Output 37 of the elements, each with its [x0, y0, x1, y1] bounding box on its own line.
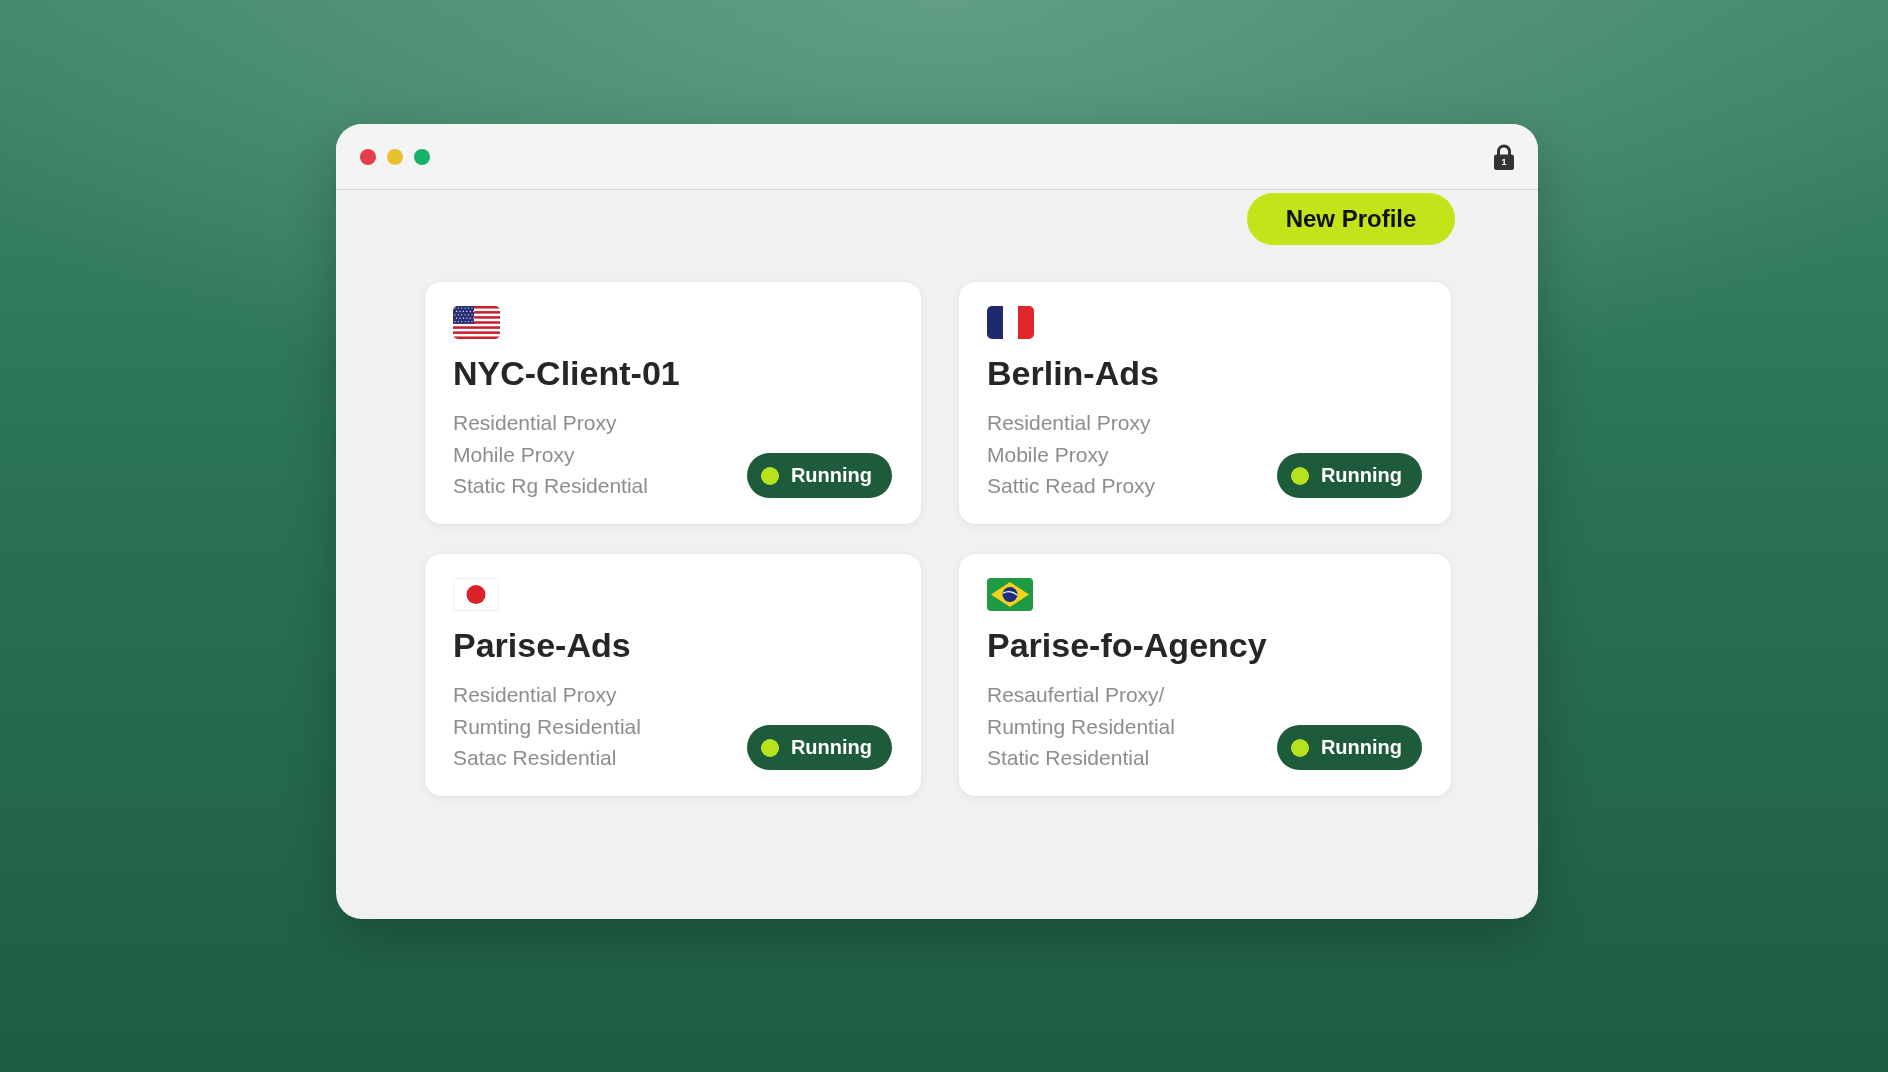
maximize-button[interactable]	[414, 148, 430, 165]
status-dot-icon	[760, 466, 779, 485]
profile-card[interactable]: Berlin-Ads Residential Proxy Mobile Proxy Sattic Read Proxy Running	[959, 282, 1451, 524]
status-label: Running	[790, 464, 872, 487]
proxy-type: Residential Proxy	[453, 410, 618, 436]
proxy-type: Satac Residential	[453, 745, 618, 771]
lock-digit: 1	[1500, 156, 1508, 167]
japan-flag-icon	[453, 578, 499, 611]
profile-name: Parise-Ads	[453, 625, 632, 665]
profile-name: NYC-Client-01	[453, 353, 681, 393]
brazil-flag-icon	[987, 578, 1033, 611]
profile-card[interactable]: Parise-Ads Residential Proxy Rumting Residential Satac Residential Running	[425, 554, 921, 796]
proxy-type: Sattic Read Proxy	[987, 473, 1157, 499]
status-label: Running	[790, 736, 872, 759]
us-flag-icon	[453, 306, 500, 339]
proxy-type: Mobile Proxy	[987, 441, 1110, 468]
profile-name: Parise-fo-Agency	[987, 625, 1268, 665]
profile-card[interactable]: NYC-Client-01 Residential Proxy Mohile Proxy Static Rg Residential Running	[425, 282, 921, 524]
proxy-type: Static Residential	[987, 745, 1151, 771]
proxy-type: Resaufertial Proxy/	[987, 682, 1166, 708]
proxy-type: Residential Proxy	[987, 410, 1152, 436]
new-profile-button[interactable]: New Profile	[1247, 193, 1455, 245]
status-label: Running	[1320, 736, 1402, 759]
france-flag-icon	[987, 306, 1034, 339]
close-button[interactable]	[360, 148, 376, 165]
proxy-type: Rumting Residential	[453, 713, 642, 740]
profile-card[interactable]: Parise-fo-Agency Resaufertial Proxy/ Rumting Residential Static Residential Running	[959, 554, 1451, 796]
status-dot-icon	[760, 738, 779, 757]
status-dot-icon	[1290, 466, 1309, 485]
status-dot-icon	[1290, 738, 1309, 757]
proxy-type: Static Rg Residential	[453, 473, 649, 499]
proxy-type: Rumting Residential	[987, 713, 1176, 740]
lock-icon[interactable]	[1494, 143, 1514, 170]
proxy-type: Mohile Proxy	[453, 441, 576, 468]
profile-name: Berlin-Ads	[987, 353, 1160, 393]
proxy-type: Residential Proxy	[453, 682, 618, 708]
status-label: Running	[1320, 464, 1402, 487]
